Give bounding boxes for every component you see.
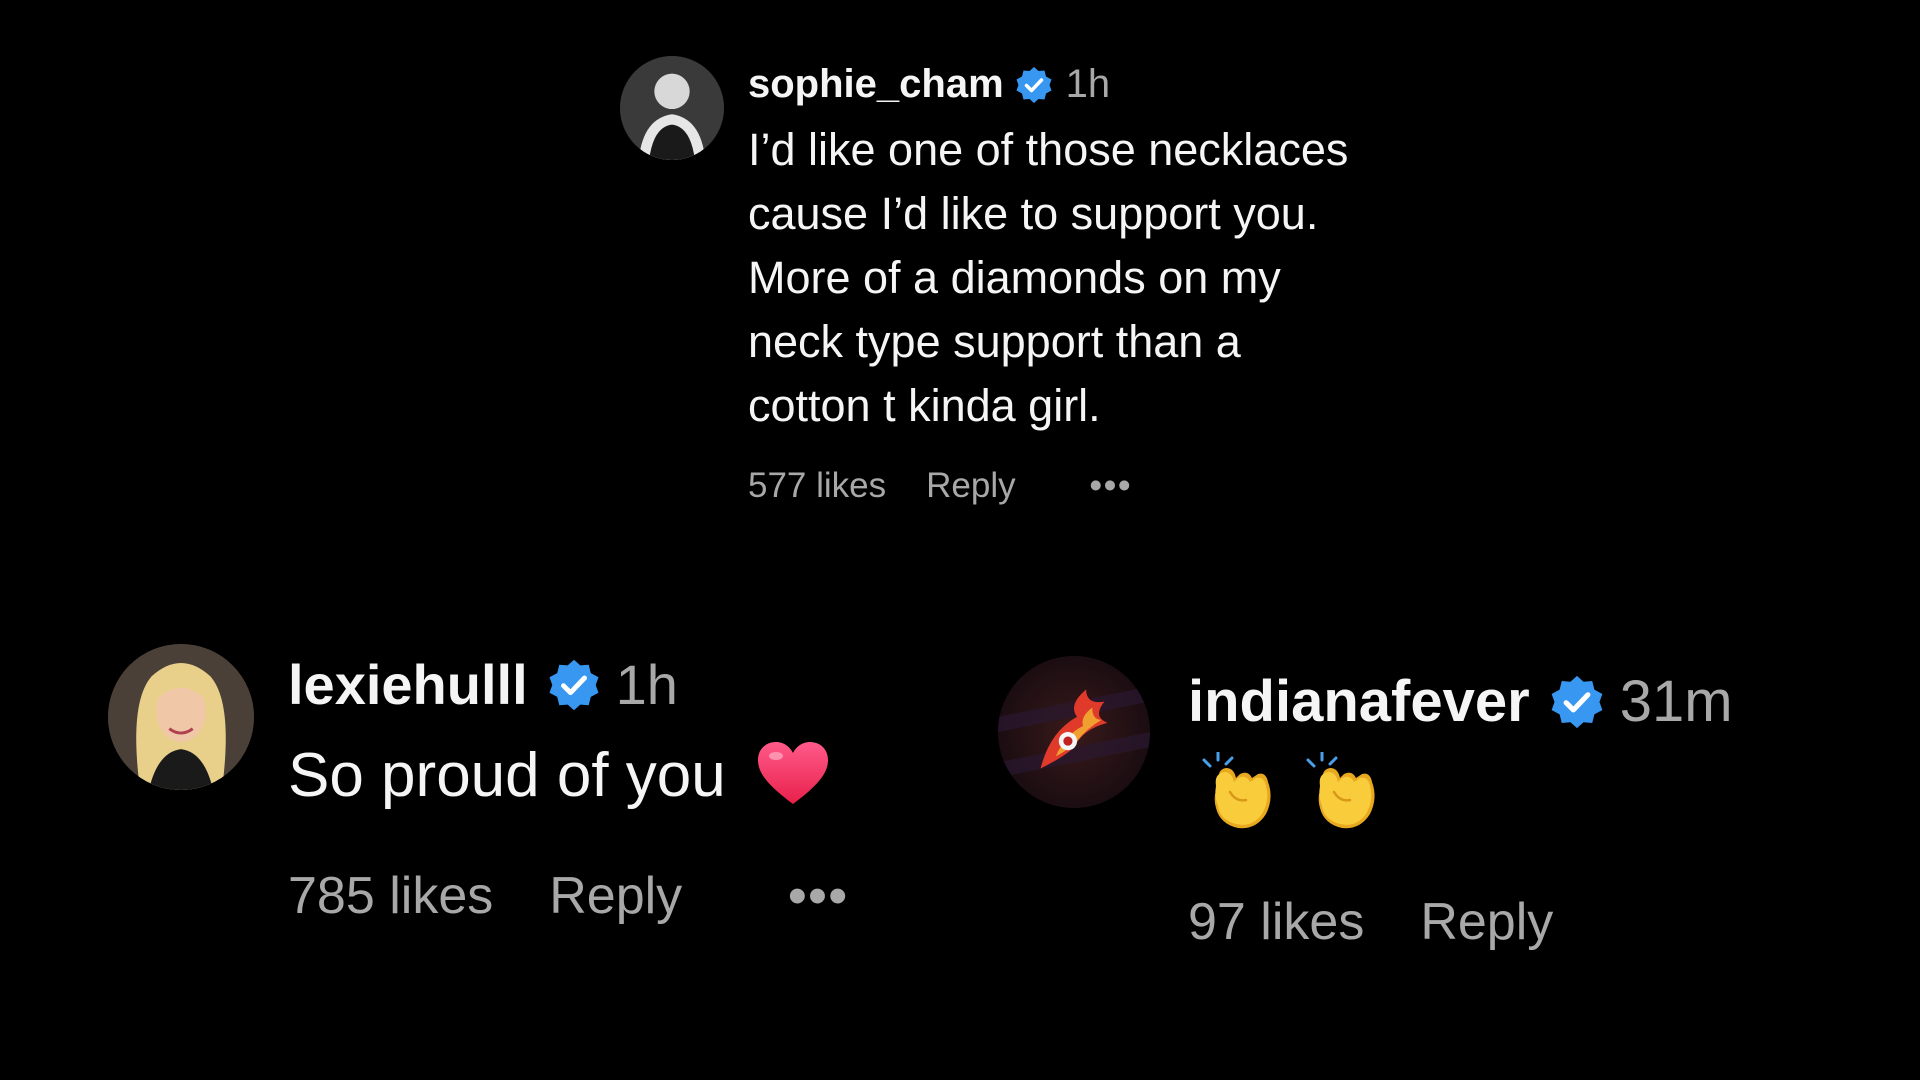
- reply-button[interactable]: Reply: [549, 866, 682, 926]
- comment-text-line: I’d like one of those necklaces: [748, 124, 1349, 175]
- username[interactable]: sophie_cham: [748, 62, 1004, 107]
- comment-text-line: neck type support than a: [748, 316, 1241, 367]
- comment-text: [1200, 752, 1408, 837]
- timestamp: 1h: [1065, 62, 1111, 106]
- timestamp: 1h: [615, 653, 678, 716]
- comment-header: sophie_cham 1h: [748, 62, 1110, 107]
- likes-count[interactable]: 577 likes: [748, 466, 886, 506]
- avatar[interactable]: [998, 656, 1150, 808]
- comment-text-line: More of a diamonds on my: [748, 252, 1281, 303]
- comment-actions: 785 likes Reply •••: [288, 866, 849, 926]
- avatar[interactable]: [620, 56, 724, 160]
- comment-text-line: cause I’d like to support you.: [748, 188, 1319, 239]
- comment-header: lexiehulll 1h: [288, 652, 678, 717]
- username[interactable]: indianafever: [1188, 668, 1530, 735]
- avatar-photo: [108, 644, 254, 790]
- reply-button[interactable]: Reply: [1420, 892, 1553, 952]
- comment-text-line: cotton t kinda girl.: [748, 380, 1101, 431]
- verified-badge-icon: [1551, 675, 1603, 728]
- likes-count[interactable]: 785 likes: [288, 866, 493, 926]
- comment-text: So proud of you: [288, 738, 830, 814]
- verified-badge-icon: [549, 659, 599, 710]
- more-options-button[interactable]: •••: [1090, 466, 1133, 506]
- avatar-photo: [620, 56, 724, 160]
- more-options-button[interactable]: •••: [788, 866, 849, 926]
- clapping-hands-emoji-icon: [1202, 752, 1271, 829]
- reply-button[interactable]: Reply: [926, 466, 1015, 506]
- avatar[interactable]: [108, 644, 254, 790]
- indiana-fever-logo-icon: [998, 656, 1150, 808]
- comment-text: I’d like one of those necklaces cause I’…: [748, 118, 1468, 438]
- likes-count[interactable]: 97 likes: [1188, 892, 1364, 952]
- timestamp: 31m: [1619, 669, 1733, 734]
- comment-text-content: So proud of you: [288, 741, 726, 810]
- comment-actions: 97 likes Reply: [1188, 892, 1553, 952]
- comment-header: indianafever 31m: [1188, 668, 1733, 735]
- comment-actions: 577 likes Reply •••: [748, 466, 1132, 506]
- heart-emoji-icon: [757, 742, 828, 804]
- clapping-hands-emoji-icon: [1306, 752, 1375, 829]
- verified-badge-icon: [1016, 66, 1052, 103]
- username[interactable]: lexiehulll: [288, 652, 528, 717]
